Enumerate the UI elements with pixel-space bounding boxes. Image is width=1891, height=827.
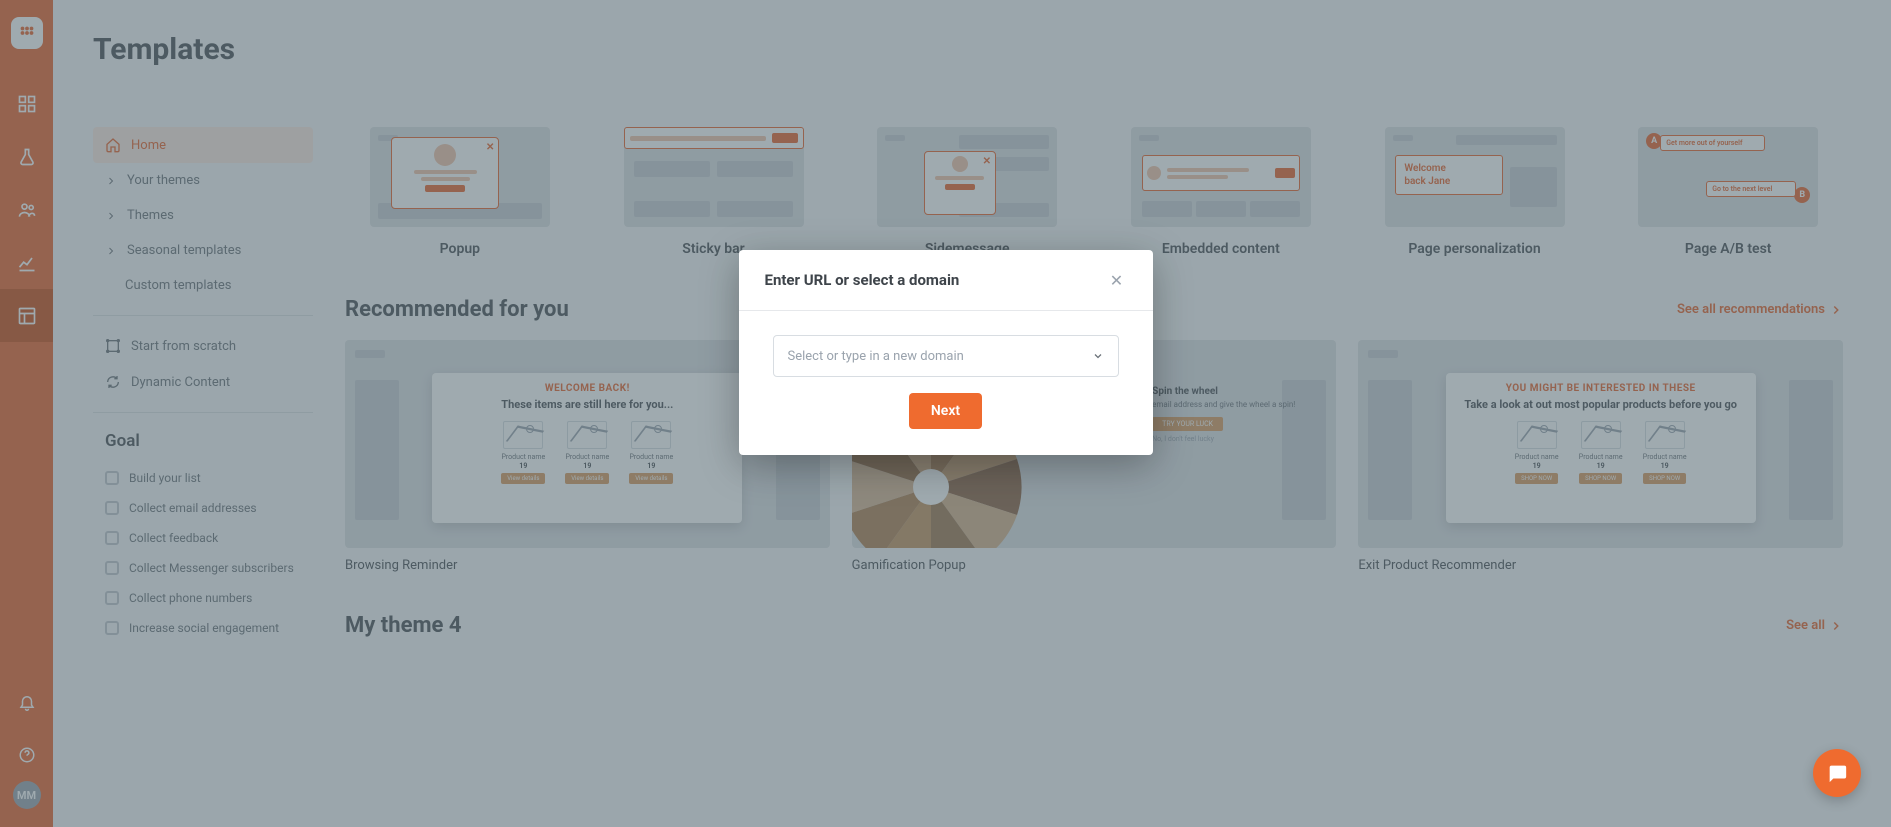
- domain-select-placeholder: Select or type in a new domain: [788, 349, 964, 364]
- chevron-down-icon: [1092, 350, 1104, 362]
- chat-button[interactable]: [1813, 749, 1861, 797]
- next-button[interactable]: Next: [909, 393, 982, 429]
- domain-modal: Enter URL or select a domain ✕ Select or…: [739, 250, 1153, 455]
- modal-overlay[interactable]: Enter URL or select a domain ✕ Select or…: [0, 0, 1891, 827]
- domain-select[interactable]: Select or type in a new domain: [773, 335, 1119, 377]
- close-icon[interactable]: ✕: [1107, 270, 1127, 290]
- chat-icon: [1826, 762, 1848, 784]
- modal-title: Enter URL or select a domain: [765, 271, 960, 289]
